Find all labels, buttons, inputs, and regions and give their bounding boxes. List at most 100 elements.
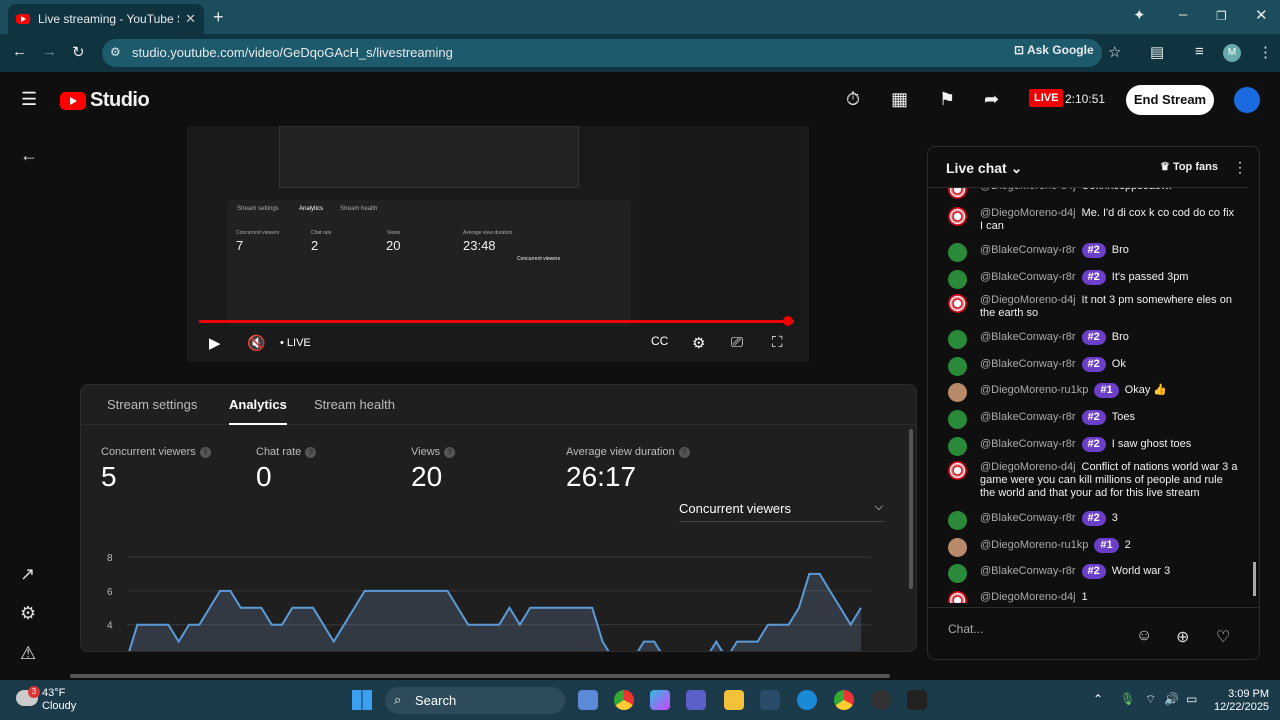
live-indicator[interactable]: • LIVE bbox=[280, 337, 311, 349]
chat-input[interactable]: Chat... bbox=[948, 622, 1138, 636]
author-name[interactable]: @BlakeConway-r8r bbox=[980, 244, 1076, 256]
timer-icon[interactable]: ⏱ bbox=[846, 89, 860, 110]
playback-progress-bar[interactable] bbox=[199, 320, 794, 323]
chrome-active-icon[interactable] bbox=[834, 690, 854, 710]
author-name[interactable]: @DiegoMoreno-ru1kp bbox=[980, 384, 1088, 396]
heart-icon[interactable]: ♡ bbox=[1216, 627, 1230, 647]
help-icon[interactable]: ? bbox=[305, 447, 317, 458]
file-explorer-icon[interactable] bbox=[724, 690, 744, 710]
author-avatar[interactable] bbox=[948, 207, 967, 226]
add-icon[interactable]: ⊕ bbox=[1176, 627, 1189, 647]
reload-icon[interactable]: ↻ bbox=[72, 43, 85, 61]
metric-dropdown[interactable]: Concurrent viewers ⌵ bbox=[679, 501, 885, 522]
tab-analytics[interactable]: Analytics bbox=[229, 397, 287, 425]
author-avatar[interactable] bbox=[948, 330, 967, 349]
hamburger-menu-icon[interactable]: ☰ bbox=[21, 89, 37, 110]
maximize-icon[interactable]: ❐ bbox=[1216, 9, 1227, 23]
stream-preview-player[interactable]: Stream settings Analytics Stream health … bbox=[187, 126, 809, 362]
battery-icon[interactable]: ▭ bbox=[1186, 692, 1197, 706]
chat-message[interactable]: @BlakeConway-r8r #2 Ok bbox=[948, 357, 1238, 376]
back-icon[interactable]: ← bbox=[12, 43, 27, 60]
help-icon[interactable]: ? bbox=[444, 447, 456, 458]
author-name[interactable]: @BlakeConway-r8r bbox=[980, 565, 1076, 577]
taskbar-clock[interactable]: 3:09 PM 12/22/2025 bbox=[1214, 688, 1269, 714]
end-stream-button[interactable]: End Stream bbox=[1126, 85, 1214, 115]
windows-start-icon[interactable] bbox=[352, 690, 372, 710]
external-link-icon[interactable]: ↗ bbox=[20, 564, 35, 585]
author-name[interactable]: @DiegoMoreno-d4j bbox=[980, 188, 1076, 192]
author-name[interactable]: @BlakeConway-r8r bbox=[980, 411, 1076, 423]
taskbar-search[interactable]: Search bbox=[385, 687, 565, 714]
author-name[interactable]: @BlakeConway-r8r bbox=[980, 358, 1076, 370]
fullscreen-icon[interactable]: ⛶ bbox=[772, 334, 783, 351]
author-name[interactable]: @BlakeConway-r8r bbox=[980, 438, 1076, 450]
author-avatar[interactable] bbox=[948, 410, 967, 429]
panel-scrollbar[interactable] bbox=[909, 429, 913, 589]
horizontal-scrollbar[interactable] bbox=[70, 674, 890, 678]
browser-tab[interactable]: Live streaming - YouTube Studio ✕ bbox=[8, 4, 204, 34]
clapperboard-icon[interactable]: ▦ bbox=[891, 89, 908, 110]
help-icon[interactable]: ? bbox=[199, 447, 211, 458]
feedback-icon[interactable]: ⚠ bbox=[20, 643, 36, 664]
obs-icon[interactable] bbox=[871, 690, 891, 710]
close-tab-icon[interactable]: ✕ bbox=[185, 11, 196, 27]
wifi-icon[interactable]: ⌔ bbox=[1145, 692, 1156, 707]
browser-menu-icon[interactable]: ⋮ bbox=[1258, 43, 1273, 61]
author-name[interactable]: @BlakeConway-r8r bbox=[980, 331, 1076, 343]
author-avatar[interactable] bbox=[948, 188, 967, 199]
chat-message[interactable]: @DiegoMoreno-d4j Uoknnosppsoaowi bbox=[948, 188, 1238, 199]
author-avatar[interactable] bbox=[948, 243, 967, 262]
chat-message[interactable]: @DiegoMoreno-ru1kp #1 Okay 👍 bbox=[948, 383, 1238, 402]
chat-menu-icon[interactable]: ⋮ bbox=[1233, 159, 1247, 176]
author-avatar[interactable] bbox=[948, 461, 967, 480]
forward-icon[interactable]: → bbox=[42, 43, 57, 60]
chat-message[interactable]: @BlakeConway-r8r #2 World war 3 bbox=[948, 564, 1238, 583]
author-name[interactable]: @DiegoMoreno-d4j bbox=[980, 461, 1076, 473]
chat-message[interactable]: @DiegoMoreno-d4j It not 3 pm somewhere el… bbox=[948, 294, 1238, 320]
play-icon[interactable]: ▶ bbox=[209, 334, 221, 352]
steam-icon[interactable] bbox=[760, 690, 780, 710]
edge-icon[interactable] bbox=[797, 690, 817, 710]
chat-message[interactable]: @DiegoMoreno-ru1kp #1 2 bbox=[948, 538, 1238, 557]
tab-search-icon[interactable]: ▤ bbox=[1150, 43, 1164, 61]
tab-stream-settings[interactable]: Stream settings bbox=[107, 397, 197, 412]
chrome-icon[interactable] bbox=[614, 690, 634, 710]
author-name[interactable]: @DiegoMoreno-d4j bbox=[980, 207, 1076, 219]
back-arrow-icon[interactable]: ← bbox=[20, 145, 38, 166]
chat-message[interactable]: @DiegoMoreno-d4j 1 bbox=[948, 591, 1238, 603]
ask-google-button[interactable]: ⊡ Ask Google bbox=[1014, 43, 1094, 57]
teams-icon[interactable] bbox=[686, 690, 706, 710]
author-avatar[interactable] bbox=[948, 591, 967, 603]
author-avatar[interactable] bbox=[948, 357, 967, 376]
mute-icon[interactable]: 🔇 bbox=[247, 334, 266, 352]
minimize-icon[interactable]: – bbox=[1179, 6, 1187, 23]
chat-message[interactable]: @BlakeConway-r8r #2 Toes bbox=[948, 410, 1238, 429]
reading-list-icon[interactable]: ≡ bbox=[1195, 43, 1204, 60]
emoji-icon[interactable]: ☺ bbox=[1136, 627, 1152, 645]
author-name[interactable]: @DiegoMoreno-ru1kp bbox=[980, 539, 1088, 551]
player-settings-icon[interactable]: ⚙ bbox=[692, 334, 705, 352]
copilot-icon[interactable] bbox=[650, 690, 670, 710]
author-avatar[interactable] bbox=[948, 383, 967, 402]
app-window-icon[interactable] bbox=[907, 690, 927, 710]
chat-scrollbar[interactable] bbox=[1253, 562, 1256, 596]
author-avatar[interactable] bbox=[948, 294, 967, 313]
gemini-icon[interactable]: ✦ bbox=[1133, 6, 1146, 24]
author-name[interactable]: @DiegoMoreno-d4j bbox=[980, 591, 1076, 603]
author-avatar[interactable] bbox=[948, 270, 967, 289]
help-icon[interactable]: ? bbox=[678, 447, 690, 458]
author-name[interactable]: @BlakeConway-r8r bbox=[980, 512, 1076, 524]
microphone-icon[interactable]: 🎙 bbox=[1120, 692, 1135, 706]
site-info-icon[interactable]: ⚙ bbox=[110, 45, 121, 59]
chat-message[interactable]: @DiegoMoreno-d4j Conflict of nations worl… bbox=[948, 461, 1238, 500]
author-avatar[interactable] bbox=[948, 564, 967, 583]
chat-message[interactable]: @DiegoMoreno-d4j Me. I'd di cox k co cod … bbox=[948, 207, 1238, 233]
author-name[interactable]: @DiegoMoreno-d4j bbox=[980, 294, 1076, 306]
author-avatar[interactable] bbox=[948, 437, 967, 456]
store-icon[interactable] bbox=[578, 690, 598, 710]
profile-avatar[interactable]: M bbox=[1223, 44, 1241, 62]
channel-avatar[interactable] bbox=[1234, 87, 1260, 113]
share-icon[interactable]: ➦ bbox=[984, 89, 999, 110]
tray-overflow-icon[interactable]: ⌃ bbox=[1093, 692, 1103, 706]
author-name[interactable]: @BlakeConway-r8r bbox=[980, 271, 1076, 283]
